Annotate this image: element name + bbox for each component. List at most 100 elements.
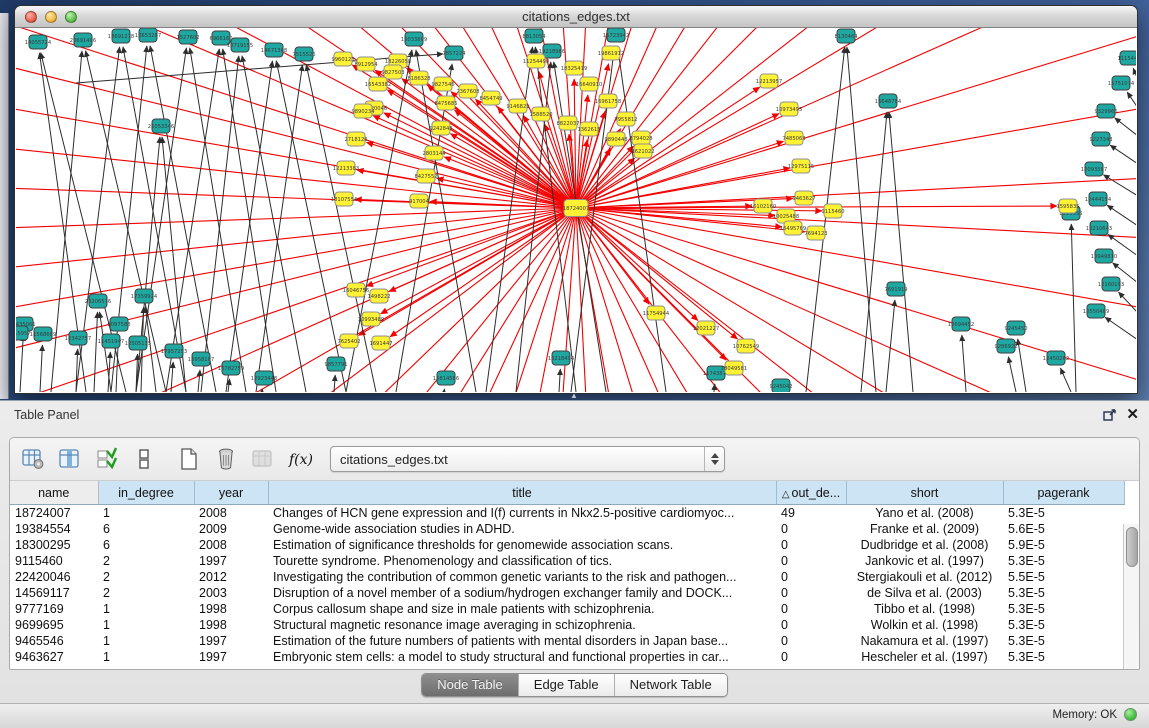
cell-in-degree[interactable]: 2 <box>98 553 194 569</box>
graph-node[interactable]: 26053346 <box>148 119 174 133</box>
function-builder-icon[interactable]: f(x) <box>287 446 313 472</box>
graph-node[interactable]: 16782759 <box>218 361 244 375</box>
float-panel-icon[interactable] <box>1103 408 1117 422</box>
network-window-titlebar[interactable]: citations_edges.txt <box>15 6 1137 28</box>
graph-node[interactable]: 10993489 <box>358 312 384 326</box>
cell-title[interactable]: Embryonic stem cells: a model to study s… <box>268 649 776 665</box>
graph-node[interactable]: 10218494 <box>548 351 575 365</box>
graph-node[interactable]: 9463627 <box>792 191 815 205</box>
graph-node[interactable]: 16495769 <box>780 221 806 235</box>
network-canvas[interactable]: 1405572420691406186912781065328715276026… <box>16 28 1136 392</box>
table-row[interactable]: 969969511998Structural magnetic resonanc… <box>10 617 1124 633</box>
cell-pagerank[interactable]: 5.9E-5 <box>1003 537 1124 553</box>
graph-node[interactable]: 1588520 <box>529 107 552 121</box>
cell-title[interactable]: Structural magnetic resonance image aver… <box>268 617 776 633</box>
graph-node[interactable]: 9146821 <box>506 99 529 113</box>
graph-node[interactable]: 8186328 <box>407 71 430 85</box>
cell-out-degree[interactable]: 0 <box>776 601 846 617</box>
graph-node[interactable]: 12021227 <box>693 321 719 335</box>
cell-pagerank[interactable]: 5.3E-5 <box>1003 617 1124 633</box>
graph-node[interactable]: 9245042 <box>769 379 792 392</box>
graph-node[interactable]: 12342757 <box>65 331 91 345</box>
graph-node[interactable]: 2803144 <box>422 146 446 160</box>
cell-short[interactable]: Franke et al. (2009) <box>846 521 1003 537</box>
graph-node[interactable]: 11254490 <box>523 54 549 68</box>
column-header-pagerank[interactable]: pagerank <box>1003 481 1124 505</box>
column-header-name[interactable]: name <box>10 481 98 505</box>
graph-node[interactable]: 8822037 <box>556 116 579 130</box>
graph-node[interactable]: 9960123 <box>331 52 354 66</box>
graph-node[interactable]: 10949810 <box>1091 249 1117 263</box>
cell-in-degree[interactable]: 6 <box>98 521 194 537</box>
graph-node[interactable]: 16046756 <box>343 283 369 297</box>
minimize-light-icon[interactable] <box>45 11 57 23</box>
column-header-short[interactable]: short <box>846 481 1003 505</box>
graph-node[interactable]: 8912954 <box>354 57 378 71</box>
cell-short[interactable]: Dudbridge et al. (2008) <box>846 537 1003 553</box>
table-row[interactable]: 1456911722003Disruption of a novel membe… <box>10 585 1124 601</box>
graph-node[interactable]: 7955812 <box>614 112 637 126</box>
graph-node[interactable]: 7857224 <box>442 46 466 60</box>
cell-name[interactable]: 14569117 <box>10 585 98 601</box>
graph-node[interactable]: 16102160 <box>750 199 776 213</box>
graph-node[interactable]: 10762549 <box>733 339 759 353</box>
graph-node[interactable]: 10694452 <box>948 317 974 331</box>
cell-year[interactable]: 1998 <box>194 601 268 617</box>
graph-node[interactable]: 9227343 <box>1089 132 1112 146</box>
graph-node[interactable]: 2367608 <box>456 84 479 98</box>
graph-node[interactable]: 917004 <box>409 194 430 208</box>
tab-edge-table[interactable]: Edge Table <box>519 674 615 696</box>
table-row[interactable]: 946362711997Embryonic stem cells: a mode… <box>10 649 1124 665</box>
graph-node[interactable]: 8813054 <box>522 29 546 43</box>
table-row[interactable]: 911546021997Tourette syndrome. Phenomeno… <box>10 553 1124 569</box>
graph-node[interactable]: 16543382 <box>365 77 391 91</box>
graph-node[interactable]: 1115440 <box>1117 51 1136 65</box>
cell-short[interactable]: Jankovic et al. (1997) <box>846 553 1003 569</box>
tab-node-table[interactable]: Node Table <box>422 674 519 696</box>
cell-year[interactable]: 2008 <box>194 537 268 553</box>
cell-pagerank[interactable]: 5.3E-5 <box>1003 505 1124 522</box>
cell-name[interactable]: 18724007 <box>10 505 98 522</box>
graph-node[interactable]: 11568689 <box>30 327 56 341</box>
cell-name[interactable]: 22420046 <box>10 569 98 585</box>
cell-out-degree[interactable]: 0 <box>776 553 846 569</box>
graph-node[interactable]: 16640910 <box>576 77 602 91</box>
graph-node[interactable]: 12160193 <box>1098 277 1124 291</box>
graph-node[interactable]: 12450262 <box>1043 351 1069 365</box>
graph-node[interactable]: 12213383 <box>333 161 359 175</box>
cell-title[interactable]: Estimation of significance thresholds fo… <box>268 537 776 553</box>
cell-in-degree[interactable]: 1 <box>98 505 194 522</box>
graph-node[interactable]: 9286922 <box>994 339 1017 353</box>
table-selector-dropdown[interactable]: citations_edges.txt <box>330 446 725 472</box>
cell-in-degree[interactable]: 1 <box>98 617 194 633</box>
graph-node[interactable]: 6794028 <box>629 131 652 145</box>
cell-title[interactable]: Corpus callosum shape and size in male p… <box>268 601 776 617</box>
graph-node[interactable]: 15751074 <box>1108 76 1135 90</box>
graph-node[interactable]: 8454749 <box>479 91 502 105</box>
graph-node[interactable]: 9097588 <box>107 317 130 331</box>
network-view[interactable]: 1405572420691406186912781065328715276026… <box>16 28 1136 392</box>
graph-node[interactable]: 10719155 <box>227 38 253 52</box>
cell-short[interactable]: Stergiakouli et al. (2012) <box>846 569 1003 585</box>
graph-node[interactable]: 12975115 <box>788 159 814 173</box>
cell-year[interactable]: 2003 <box>194 585 268 601</box>
graph-node[interactable]: 12444154 <box>1085 192 1112 206</box>
scrollbar-thumb[interactable] <box>1126 527 1138 567</box>
table-row[interactable]: 1938455462009Genome-wide association stu… <box>10 521 1124 537</box>
column-header-year[interactable]: year <box>194 481 268 505</box>
cell-name[interactable]: 18300295 <box>10 537 98 553</box>
graph-node[interactable]: 12505135 <box>125 336 151 350</box>
selection-mode-icon[interactable] <box>94 446 120 472</box>
graph-node[interactable]: 19861912 <box>598 46 624 60</box>
graph-node[interactable]: 15814586 <box>433 371 459 385</box>
graph-node[interactable]: 9857791 <box>324 357 347 371</box>
graph-node[interactable]: 18691278 <box>108 29 134 43</box>
graph-node[interactable]: 7485063 <box>782 131 805 145</box>
graph-node[interactable]: 1362615 <box>577 122 600 136</box>
cell-in-degree[interactable]: 2 <box>98 585 194 601</box>
graph-node[interactable]: 12093587 <box>1081 162 1107 176</box>
graph-node[interactable]: 7691919 <box>884 282 907 296</box>
cell-year[interactable]: 2009 <box>194 521 268 537</box>
cell-pagerank[interactable]: 5.3E-5 <box>1003 601 1124 617</box>
cell-short[interactable]: Tibbo et al. (1998) <box>846 601 1003 617</box>
